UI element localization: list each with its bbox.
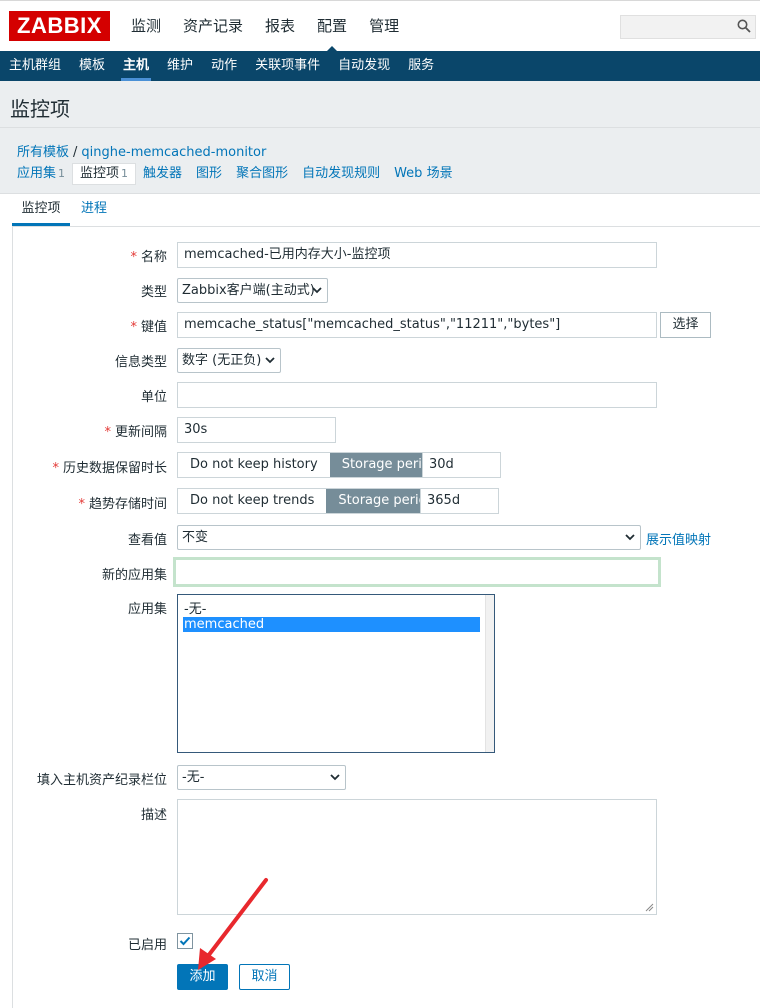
sub-menu-event-correlation[interactable]: 关联项事件 <box>246 51 329 81</box>
tab-label: 监控项 <box>80 166 120 181</box>
top-menu-inventory[interactable]: 资产记录 <box>172 1 254 52</box>
type-select[interactable]: Zabbix客户端(主动式) <box>177 278 328 303</box>
key-label: * 键值 <box>130 320 167 335</box>
tab-label: 聚合图形 <box>236 166 289 181</box>
show-value-select[interactable]: 不变 <box>177 525 641 550</box>
scrollbar[interactable] <box>485 595 494 752</box>
top-menu-reports[interactable]: 报表 <box>254 1 306 52</box>
inventory-select-value: -无- <box>182 770 205 785</box>
history-period-field[interactable]: 30d <box>422 452 501 478</box>
tab-label: Web 场景 <box>394 166 453 181</box>
resize-grip-icon[interactable] <box>645 903 654 912</box>
name-label: * 名称 <box>130 250 167 265</box>
tab-discovery-rules[interactable]: 自动发现规则 <box>295 164 387 184</box>
description-label: 描述 <box>140 808 167 823</box>
interval-field[interactable]: 30s <box>177 417 336 443</box>
show-value-select-value: 不变 <box>182 530 209 545</box>
tab-count: 1 <box>121 167 129 180</box>
sub-menu-host-groups[interactable]: 主机群组 <box>0 51 70 81</box>
trends-mode-toggle: Do not keep trends Storage period <box>177 488 448 514</box>
tab-web-scenarios[interactable]: Web 场景 <box>387 164 459 184</box>
trends-period-field[interactable]: 365d <box>420 488 499 514</box>
show-value-mappings-link[interactable]: 展示值映射 <box>646 529 711 548</box>
checkmark-icon <box>179 936 191 946</box>
sub-menu-discovery[interactable]: 自动发现 <box>329 51 399 81</box>
trends-label: * 趋势存储时间 <box>78 497 167 512</box>
chevron-down-icon <box>312 287 322 294</box>
inventory-select[interactable]: -无- <box>177 765 346 790</box>
top-menu-administration[interactable]: 管理 <box>358 1 410 52</box>
breadcrumb-template[interactable]: qinghe-memcached-monitor <box>81 145 266 160</box>
units-field[interactable] <box>177 382 657 408</box>
host-tabs: 应用集 1 监控项 1 触发器 图形 聚合图形 自动发现规则 Web 场景 <box>10 163 460 185</box>
breadcrumb-separator: / <box>73 145 78 160</box>
breadcrumb-all-templates[interactable]: 所有模板 <box>17 145 69 160</box>
chevron-down-icon <box>330 774 340 781</box>
tab-label: 自动发现规则 <box>302 166 381 181</box>
sub-menu-hosts[interactable]: 主机 <box>114 51 158 81</box>
sub-menu: 主机群组 模板 主机 维护 动作 关联项事件 自动发现 服务 <box>0 51 760 81</box>
tab-label: 图形 <box>196 166 223 181</box>
breadcrumb: 所有模板 / qinghe-memcached-monitor <box>17 141 266 160</box>
top-menu: 监测 资产记录 报表 配置 管理 <box>120 1 410 52</box>
info-type-select-value: 数字 (无正负) <box>182 353 262 368</box>
interval-label: * 更新间隔 <box>104 425 167 440</box>
tab-applications[interactable]: 应用集 1 <box>10 164 72 184</box>
form-tab-item[interactable]: 监控项 <box>12 201 70 217</box>
tab-items[interactable]: 监控项 1 <box>72 163 137 185</box>
description-field[interactable] <box>177 799 657 915</box>
tab-graphs[interactable]: 图形 <box>189 164 229 184</box>
sub-menu-templates[interactable]: 模板 <box>70 51 114 81</box>
top-menu-monitoring[interactable]: 监测 <box>120 1 172 52</box>
history-mode-toggle: Do not keep history Storage period <box>177 452 452 478</box>
form-tab-process[interactable]: 进程 <box>81 201 107 217</box>
show-value-label: 查看值 <box>127 533 167 548</box>
select-key-button[interactable]: 选择 <box>660 312 711 338</box>
history-do-not-keep-option[interactable]: Do not keep history <box>178 453 330 477</box>
page-title: 监控项 <box>10 97 70 121</box>
enabled-label: 已启用 <box>127 938 167 953</box>
divider <box>0 127 760 128</box>
tab-label: 应用集 <box>17 166 57 181</box>
sub-menu-maintenance[interactable]: 维护 <box>158 51 202 81</box>
search-icon[interactable] <box>737 19 751 33</box>
top-bar: ZABBIX 监测 资产记录 报表 配置 管理 <box>0 0 760 52</box>
type-label: 类型 <box>140 285 167 300</box>
list-item[interactable]: memcached <box>183 617 480 632</box>
applications-listbox[interactable]: -无- memcached <box>177 594 495 753</box>
tab-label: 触发器 <box>143 166 183 181</box>
chevron-down-icon <box>625 534 635 541</box>
applications-label: 应用集 <box>127 602 167 617</box>
add-button[interactable]: 添加 <box>177 964 228 990</box>
zabbix-logo[interactable]: ZABBIX <box>9 11 110 41</box>
inventory-label: 填入主机资产纪录栏位 <box>36 773 167 788</box>
info-type-label: 信息类型 <box>114 355 167 370</box>
tab-screens[interactable]: 聚合图形 <box>229 164 295 184</box>
tab-triggers[interactable]: 触发器 <box>136 164 189 184</box>
tab-count: 1 <box>58 167 66 180</box>
list-item[interactable]: -无- <box>183 602 480 617</box>
new-application-field[interactable] <box>173 557 661 587</box>
history-label: * 历史数据保留时长 <box>52 461 167 476</box>
trends-do-not-keep-option[interactable]: Do not keep trends <box>178 489 327 513</box>
enabled-checkbox[interactable] <box>177 933 193 949</box>
sub-menu-services[interactable]: 服务 <box>399 51 443 81</box>
type-select-value: Zabbix客户端(主动式) <box>182 283 315 298</box>
chevron-down-icon <box>265 357 275 364</box>
key-field[interactable]: memcache_status["memcached_status","1121… <box>177 312 657 338</box>
name-field[interactable]: memcached-已用内存大小-监控项 <box>177 242 657 268</box>
units-label: 单位 <box>140 390 167 405</box>
cancel-button[interactable]: 取消 <box>239 964 290 990</box>
search-input[interactable] <box>620 15 756 39</box>
new-application-label: 新的应用集 <box>101 568 167 583</box>
sub-menu-actions[interactable]: 动作 <box>202 51 246 81</box>
top-menu-configuration[interactable]: 配置 <box>306 1 358 52</box>
info-type-select[interactable]: 数字 (无正负) <box>177 348 281 373</box>
